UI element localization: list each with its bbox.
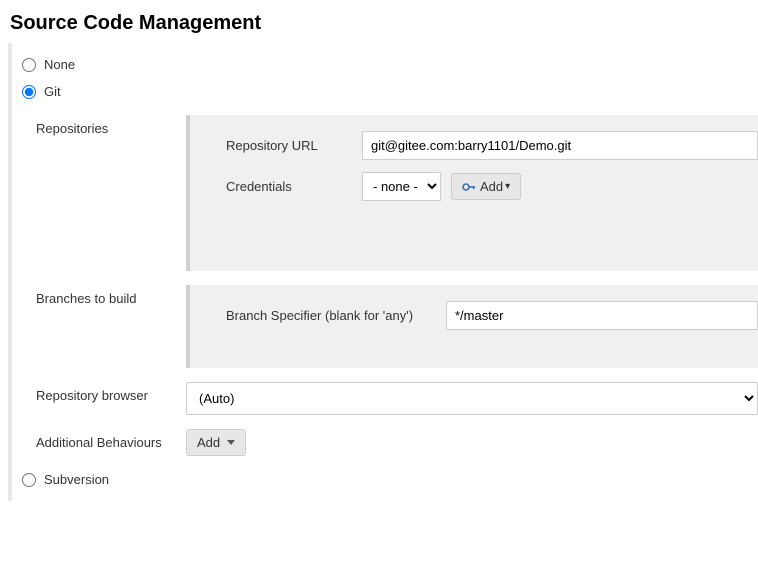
repositories-row: Repositories Repository URL Credentials … bbox=[36, 115, 758, 271]
repositories-label: Repositories bbox=[36, 115, 186, 136]
add-credentials-button[interactable]: Add▾ bbox=[451, 173, 521, 200]
repo-browser-label: Repository browser bbox=[36, 382, 186, 403]
add-behaviour-label: Add bbox=[197, 435, 220, 450]
page-title: Source Code Management bbox=[0, 0, 758, 43]
repository-url-input[interactable] bbox=[362, 131, 758, 160]
repository-url-label: Repository URL bbox=[226, 138, 362, 153]
radio-none-label: None bbox=[44, 57, 75, 72]
radio-subversion-label: Subversion bbox=[44, 472, 109, 487]
additional-behaviours-label: Additional Behaviours bbox=[36, 429, 186, 450]
key-icon bbox=[462, 182, 476, 192]
scm-option-none[interactable]: None bbox=[12, 51, 758, 78]
scm-section: None Git Repositories Repository URL Cre… bbox=[8, 43, 758, 501]
branches-label: Branches to build bbox=[36, 285, 186, 306]
branches-box: Branch Specifier (blank for 'any') bbox=[186, 285, 758, 368]
radio-subversion[interactable] bbox=[22, 473, 36, 487]
scm-option-subversion[interactable]: Subversion bbox=[12, 466, 758, 493]
credentials-label: Credentials bbox=[226, 179, 362, 194]
caret-down-icon bbox=[227, 440, 235, 445]
add-credentials-label: Add bbox=[480, 179, 503, 194]
repositories-box: Repository URL Credentials - none - bbox=[186, 115, 758, 271]
repo-browser-row: Repository browser (Auto) bbox=[36, 382, 758, 415]
branch-specifier-input[interactable] bbox=[446, 301, 758, 330]
radio-none[interactable] bbox=[22, 58, 36, 72]
additional-behaviours-row: Additional Behaviours Add bbox=[36, 429, 758, 456]
git-config: Repositories Repository URL Credentials … bbox=[12, 105, 758, 466]
credentials-select[interactable]: - none - bbox=[362, 172, 441, 201]
repo-browser-select[interactable]: (Auto) bbox=[186, 382, 758, 415]
dropdown-arrow-icon: ▾ bbox=[505, 181, 510, 192]
scm-option-git[interactable]: Git bbox=[12, 78, 758, 105]
radio-git[interactable] bbox=[22, 85, 36, 99]
branch-specifier-label: Branch Specifier (blank for 'any') bbox=[226, 308, 446, 323]
radio-git-label: Git bbox=[44, 84, 61, 99]
branches-row: Branches to build Branch Specifier (blan… bbox=[36, 285, 758, 368]
add-behaviour-button[interactable]: Add bbox=[186, 429, 246, 456]
